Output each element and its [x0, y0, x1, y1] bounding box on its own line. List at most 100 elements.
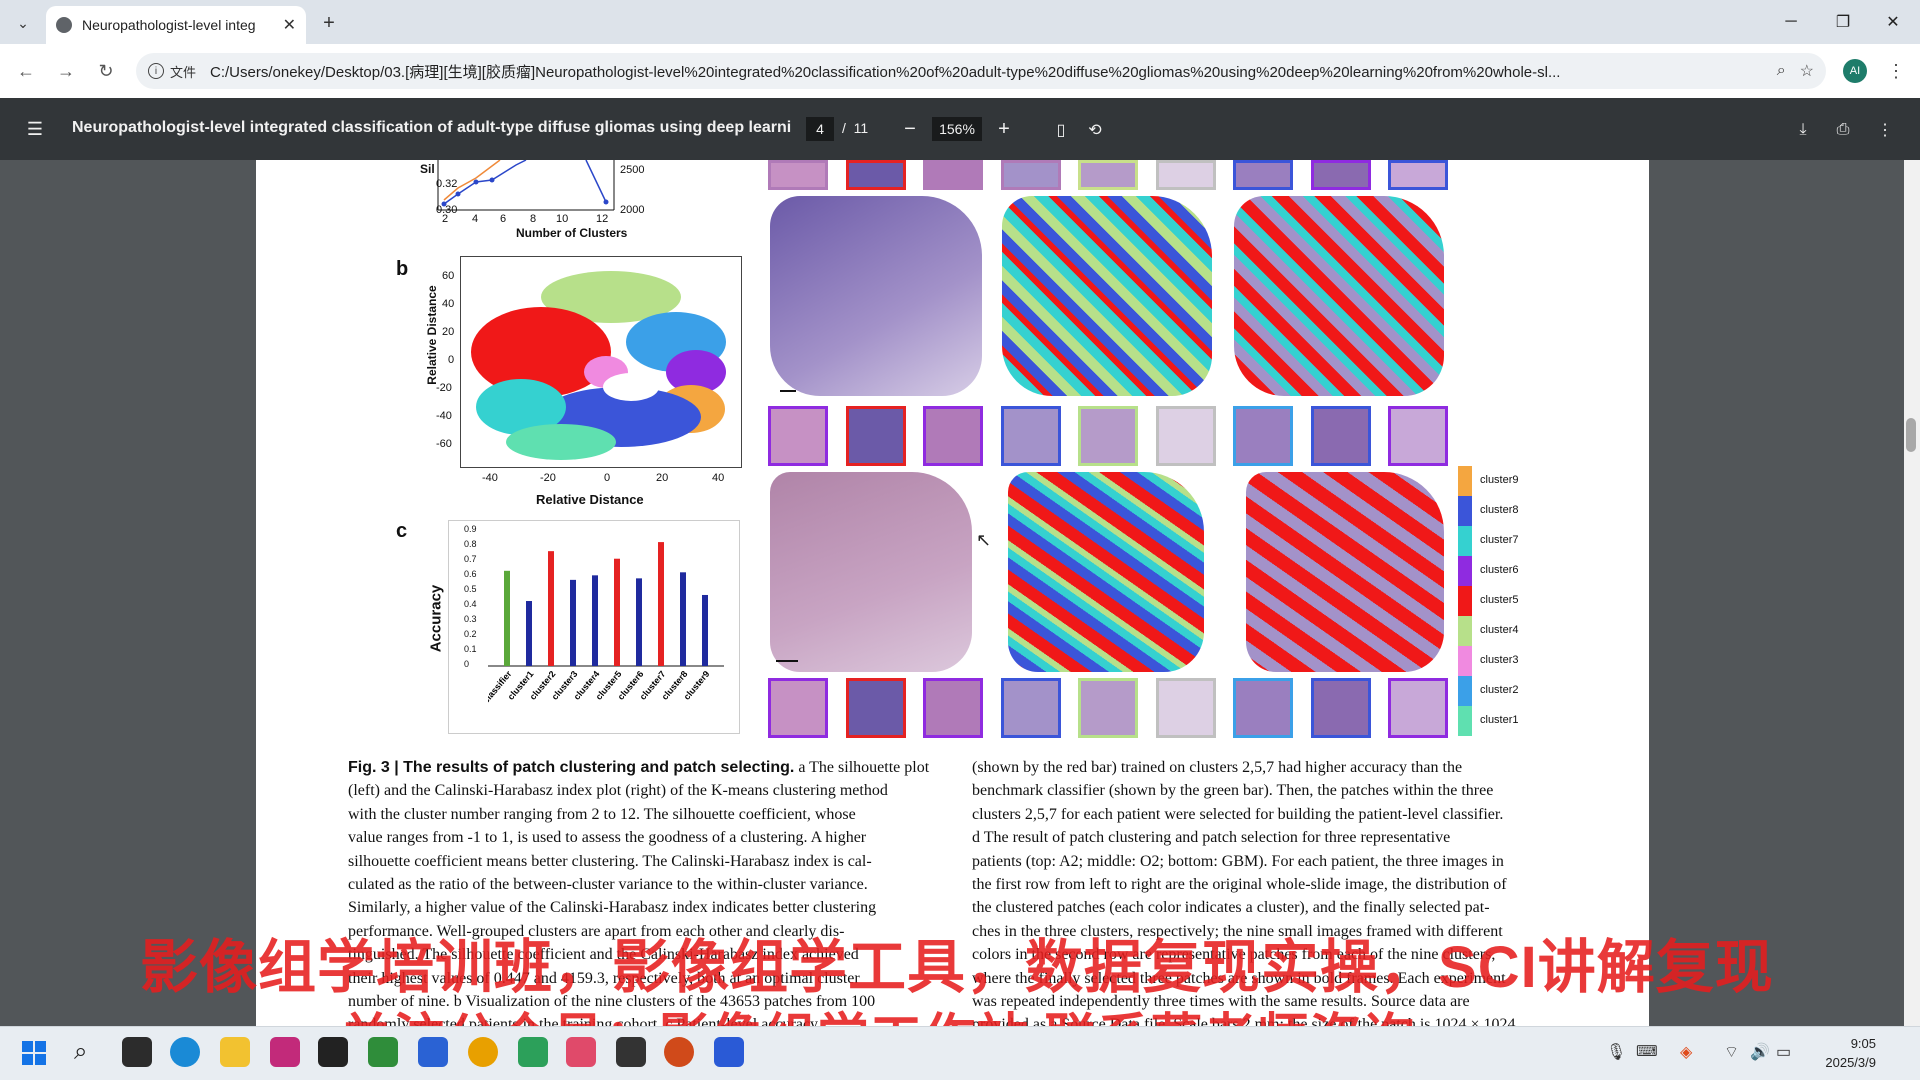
panel-c-ytick: 0.2	[464, 629, 477, 639]
antivirus-icon[interactable]: ◈	[1680, 1042, 1692, 1062]
page-count: / 11	[842, 120, 868, 136]
terminal-app-icon[interactable]	[368, 1037, 398, 1067]
patch-thumbnail	[768, 406, 828, 466]
minimize-button[interactable]: ─	[1768, 8, 1814, 36]
volume-icon[interactable]: 🔊	[1750, 1042, 1770, 1062]
zoom-in-button[interactable]: +	[992, 115, 1016, 143]
panel-a-xlabel: Number of Clusters	[516, 226, 628, 240]
panel-b-xtick: 20	[656, 472, 669, 484]
patch-thumbnail	[1233, 678, 1293, 738]
cluster-distribution-map	[1008, 472, 1204, 672]
legend-swatch	[1458, 646, 1472, 676]
app-icon[interactable]	[270, 1037, 300, 1067]
panel-b-xtick: 40	[712, 472, 725, 484]
rotate-icon[interactable]: ⟲	[1082, 117, 1108, 143]
selected-clusters-map	[1234, 196, 1444, 396]
url-text[interactable]: C:/Users/onekey/Desktop/03.[病理][生境][胶质瘤]…	[210, 61, 1763, 82]
clock-time[interactable]: 9:05	[1800, 1036, 1876, 1051]
caption-line: (left) and the Calinski-Harabasz index p…	[348, 782, 888, 800]
download-icon[interactable]: ⤓	[1790, 117, 1816, 143]
page-number-input[interactable]: 4	[806, 117, 834, 141]
patch-thumbnail	[1388, 160, 1448, 190]
patch-thumbnail	[768, 678, 828, 738]
powerpoint-icon[interactable]	[664, 1037, 694, 1067]
caption-line: the first row from left to right are the…	[972, 876, 1507, 894]
vertical-scrollbar[interactable]	[1904, 160, 1920, 1026]
ime-icon[interactable]: ⌨	[1636, 1042, 1658, 1060]
page-separator: /	[842, 120, 846, 136]
fit-page-icon[interactable]: ▯	[1048, 117, 1074, 143]
legend-label: cluster6	[1480, 564, 1519, 576]
panel-b-ytick: -40	[436, 410, 452, 422]
hamburger-menu-icon[interactable]: ☰	[24, 118, 46, 140]
edge-browser-icon[interactable]	[170, 1037, 200, 1067]
print-icon[interactable]: ⎙	[1830, 117, 1856, 143]
address-bar[interactable]: i 文件 C:/Users/onekey/Desktop/03.[病理][生境]…	[136, 53, 1826, 89]
app-icon[interactable]	[418, 1037, 448, 1067]
scrollbar-thumb[interactable]	[1906, 418, 1916, 452]
forward-arrow-icon[interactable]: →	[52, 57, 80, 85]
close-tab-icon[interactable]: ✕	[283, 15, 296, 35]
pdf-toolbar: ☰ Neuropathologist-level integrated clas…	[0, 98, 1920, 160]
tab-search-chevron-icon[interactable]: ⌄	[10, 10, 36, 36]
patch-thumbnail	[923, 678, 983, 738]
restore-button[interactable]: ❐	[1820, 8, 1866, 36]
zoom-magnifier-icon[interactable]: ⌕	[1777, 62, 1786, 80]
browser-menu-icon[interactable]: ⋮	[1884, 57, 1908, 85]
caption-line: benchmark classifier (shown by the green…	[972, 782, 1494, 800]
caption-line: culated as the ratio of the between-clus…	[348, 876, 868, 894]
camera-app-icon[interactable]	[318, 1037, 348, 1067]
pdf-viewer[interactable]: Sil 0.32 0.30 2500 2000 2 4 6 8 10 12 Nu…	[0, 160, 1920, 1026]
panel-a-xtick: 6	[500, 213, 507, 225]
caption-line: patients (top: A2; middle: O2; bottom: G…	[972, 852, 1504, 870]
battery-icon[interactable]: ▭	[1776, 1042, 1791, 1062]
accuracy-bar-chart: base classifiercluster1cluster2cluster3c…	[488, 542, 724, 723]
panel-c-ytick: 0.3	[464, 614, 477, 624]
app-icon[interactable]	[714, 1037, 744, 1067]
profile-avatar[interactable]: AI	[1843, 59, 1867, 83]
panel-a-ytick-right: 2500	[620, 164, 645, 176]
panel-a-xtick: 12	[596, 213, 609, 225]
wifi-icon[interactable]: ⌔	[1724, 1042, 1739, 1062]
search-icon[interactable]: ⌕	[74, 1038, 87, 1066]
pdf-more-icon[interactable]: ⋮	[1872, 117, 1898, 143]
thumbnail-row-3	[768, 678, 1448, 740]
panel-b-scatter	[460, 256, 742, 468]
bookmark-star-icon[interactable]: ☆	[1800, 61, 1814, 81]
browser-tab[interactable]: Neuropathologist-level integ ✕	[46, 6, 306, 44]
caption-line: d The result of patch clustering and pat…	[972, 829, 1451, 847]
close-window-button[interactable]: ✕	[1870, 8, 1916, 36]
zoom-level-input[interactable]: 156%	[932, 117, 982, 141]
legend-label: cluster9	[1480, 474, 1519, 486]
legend-swatch	[1458, 706, 1472, 736]
patch-thumbnail	[1078, 160, 1138, 190]
file-explorer-icon[interactable]	[220, 1037, 250, 1067]
caption-line: the clustered patches (each color indica…	[972, 899, 1490, 917]
caption-line: Similarly, a higher value of the Calinsk…	[348, 899, 877, 917]
panel-c-ytick: 0.6	[464, 569, 477, 579]
chrome-browser-icon[interactable]	[468, 1037, 498, 1067]
app-icon[interactable]	[566, 1037, 596, 1067]
legend-label: cluster7	[1480, 534, 1519, 546]
reload-icon[interactable]: ↻	[92, 57, 120, 85]
patch-thumbnail	[845, 678, 906, 738]
legend-swatch	[1458, 676, 1472, 706]
back-arrow-icon[interactable]: ←	[12, 57, 40, 85]
caption-line: with the cluster number ranging from 2 t…	[348, 805, 856, 823]
site-info-icon[interactable]: i	[148, 63, 164, 79]
legend-label: cluster1	[1480, 714, 1519, 726]
bar-cluster1	[526, 601, 532, 666]
app-icon[interactable]	[518, 1037, 548, 1067]
caption-line: (shown by the red bar) trained on cluste…	[972, 759, 1463, 776]
patch-thumbnail	[1388, 678, 1448, 738]
task-view-icon[interactable]	[122, 1037, 152, 1067]
windows-start-icon[interactable]	[22, 1041, 46, 1065]
bar-cluster3	[570, 579, 576, 666]
console-app-icon[interactable]	[616, 1037, 646, 1067]
selected-clusters-map	[1246, 472, 1444, 672]
clock-date[interactable]: 2025/3/9	[1800, 1055, 1876, 1070]
zoom-out-button[interactable]: −	[898, 115, 922, 143]
new-tab-button[interactable]: +	[316, 10, 342, 36]
microphone-icon[interactable]: 🎙	[1606, 1042, 1626, 1062]
panel-b-ytick: 40	[442, 298, 455, 310]
